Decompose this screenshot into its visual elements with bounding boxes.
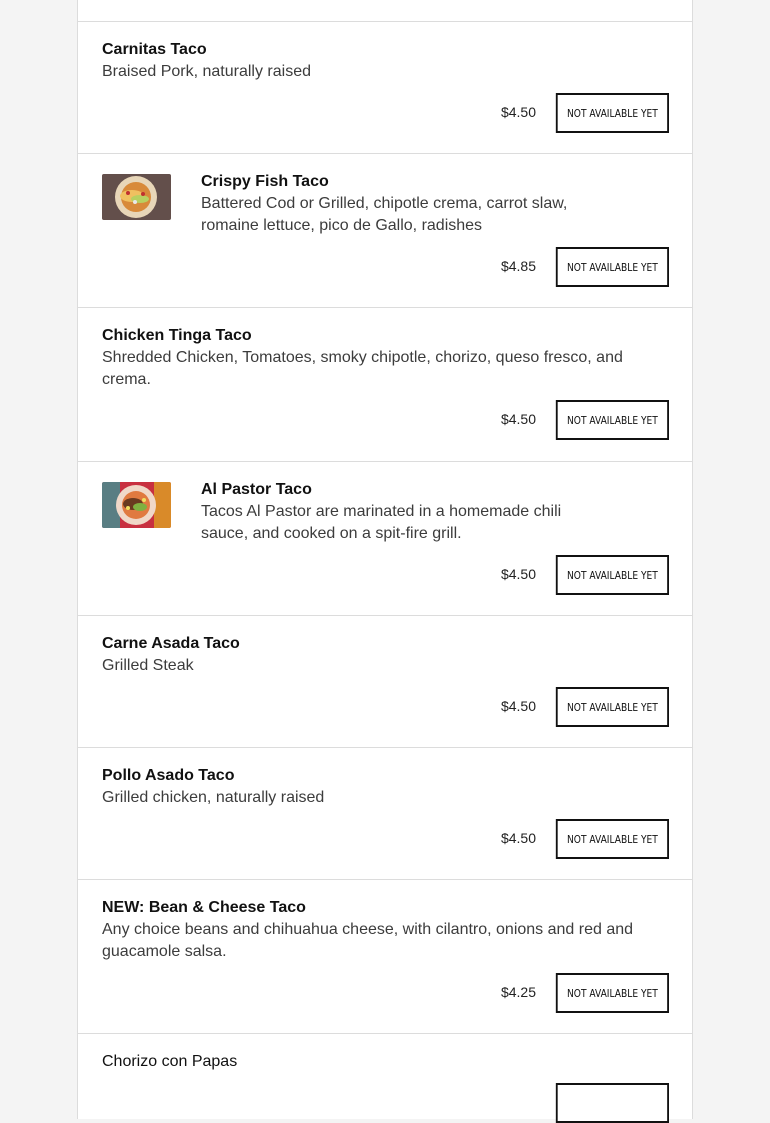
item-price: $4.50 xyxy=(500,411,536,427)
item-description: Grilled chicken, naturally raised xyxy=(102,789,325,806)
item-price: $4.50 xyxy=(500,830,536,846)
item-name: NEW: Bean & Cheese Taco xyxy=(102,899,306,916)
menu-item[interactable]: NEW: Bean & Cheese Taco Any choice beans… xyxy=(78,879,692,1033)
item-description: Any choice beans and chihuahua cheese, w… xyxy=(102,921,634,960)
item-name: Carnitas Taco xyxy=(102,41,207,58)
item-price: $4.85 xyxy=(500,258,536,274)
item-price: $4.25 xyxy=(500,984,536,1000)
item-price: $4.50 xyxy=(500,698,536,714)
item-name: Carne Asada Taco xyxy=(102,635,240,652)
item-description: Tacos Al Pastor are marinated in a homem… xyxy=(201,503,562,542)
al-pastor-taco-photo[interactable] xyxy=(102,482,171,528)
not-available-button[interactable]: Not available yet xyxy=(555,247,669,287)
not-available-button[interactable]: Not available yet xyxy=(555,973,669,1013)
item-description: Shredded Chicken, Tomatoes, smoky chipot… xyxy=(102,349,623,388)
menu-item[interactable]: Al Pastor Taco Tacos Al Pastor are marin… xyxy=(78,461,692,615)
item-price: $4.50 xyxy=(500,566,536,582)
not-available-button[interactable]: Not available yet xyxy=(555,687,669,727)
menu-item[interactable]: Carne Asada Taco Grilled Steak $4.50 Not… xyxy=(78,615,692,747)
item-name: Al Pastor Taco xyxy=(201,481,312,498)
menu-item[interactable]: Pollo Asado Taco Grilled chicken, natura… xyxy=(78,747,692,879)
menu-item[interactable]: Chorizo con Papas xyxy=(78,1033,692,1123)
item-price: $4.50 xyxy=(500,104,536,120)
not-available-button[interactable]: Not available yet xyxy=(555,819,669,859)
menu-list: Carnitas Taco Braised Pork, naturally ra… xyxy=(77,0,693,1123)
item-description: Battered Cod or Grilled, chipotle crema,… xyxy=(201,195,568,234)
menu-item[interactable]: Chicken Tinga Taco Shredded Chicken, Tom… xyxy=(78,307,692,461)
item-name: Crispy Fish Taco xyxy=(201,173,329,190)
not-available-button[interactable]: Not available yet xyxy=(555,93,669,133)
item-name: Chicken Tinga Taco xyxy=(102,327,252,344)
item-description: Braised Pork, naturally raised xyxy=(102,63,311,80)
menu-item[interactable]: Carnitas Taco Braised Pork, naturally ra… xyxy=(78,21,692,153)
not-available-button[interactable]: Not available yet xyxy=(555,555,669,595)
item-name: Pollo Asado Taco xyxy=(102,767,235,784)
not-available-button[interactable]: Not available yet xyxy=(555,400,669,440)
menu-item-partial-top xyxy=(78,0,692,21)
item-description: Grilled Steak xyxy=(102,657,194,674)
fish-taco-photo[interactable] xyxy=(102,174,171,220)
not-available-button[interactable] xyxy=(555,1083,669,1123)
item-name: Chorizo con Papas xyxy=(102,1053,238,1070)
menu-item[interactable]: Crispy Fish Taco Battered Cod or Grilled… xyxy=(78,153,692,307)
